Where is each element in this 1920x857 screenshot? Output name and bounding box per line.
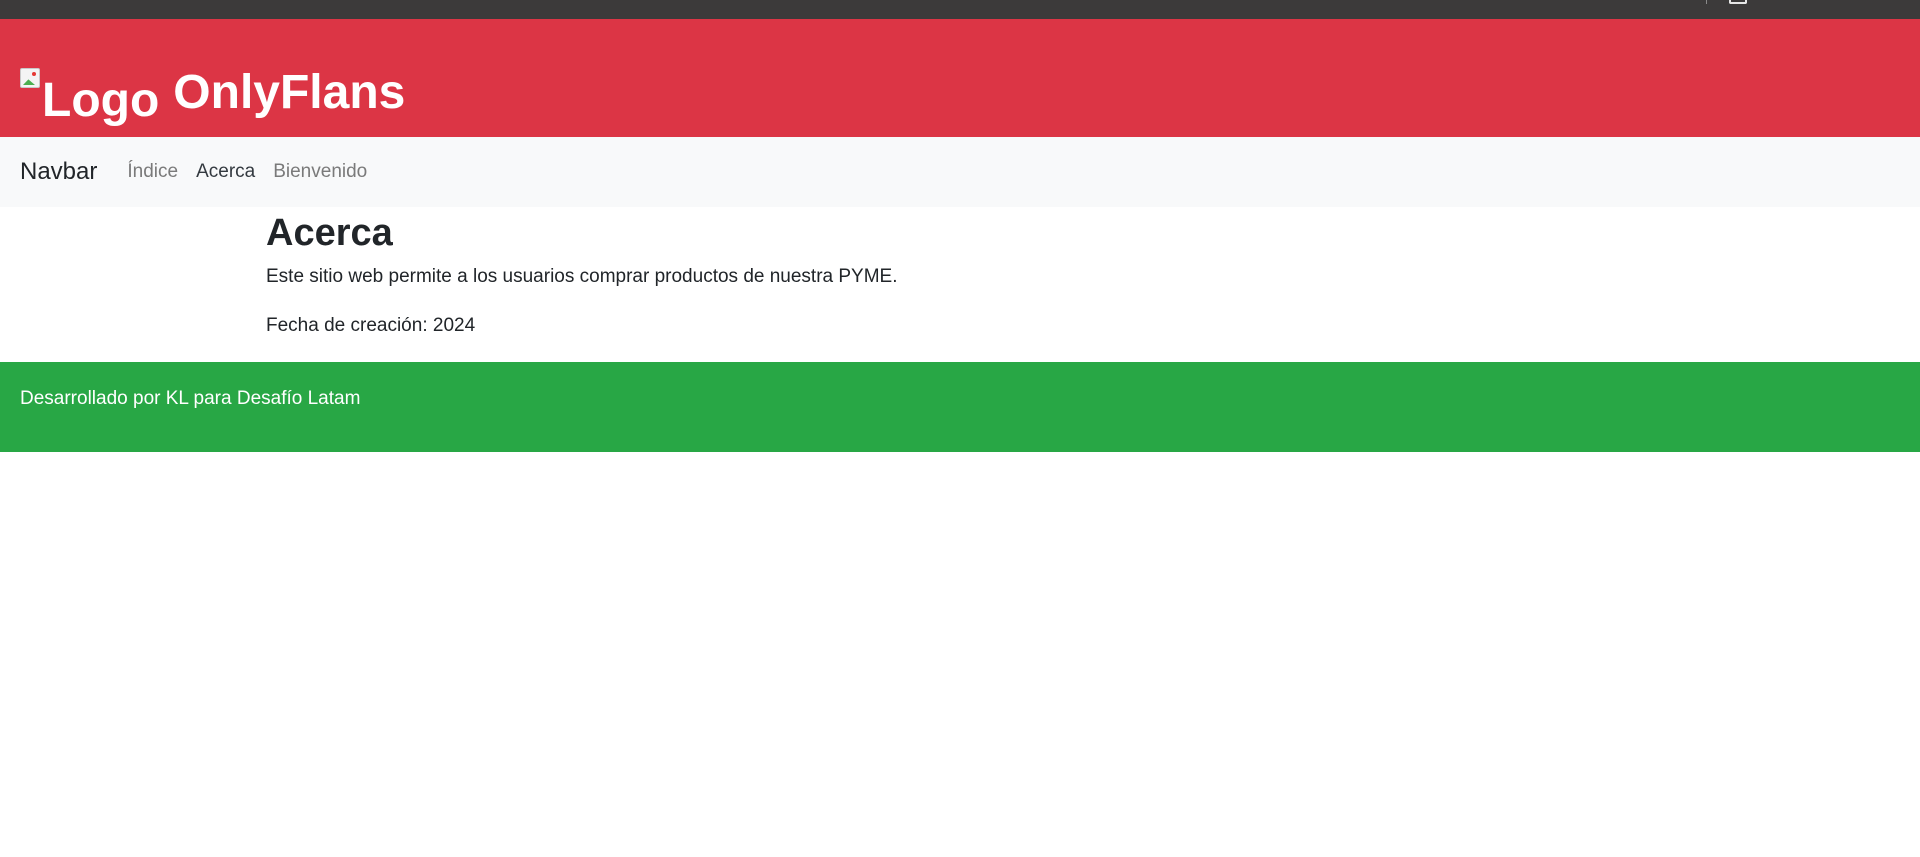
nav-link-bienvenido[interactable]: Bienvenido [273,161,367,183]
window-icon[interactable] [1729,0,1747,4]
page-title: Acerca [266,212,393,254]
toolbar-divider [1706,0,1707,4]
creation-date: Fecha de creación: 2024 [266,315,476,337]
logo[interactable]: Logo [20,45,159,125]
browser-top-bar [0,0,1920,19]
nav-link-indice[interactable]: Índice [127,161,178,183]
navbar: Navbar Índice Acerca Bienvenido [0,137,1920,207]
main-content: Acerca Este sitio web permite a los usua… [0,207,1920,362]
footer-text: Desarrollado por KL para Desafío Latam [20,388,361,409]
site-description: Este sitio web permite a los usuarios co… [266,265,898,287]
broken-image-icon [20,68,40,88]
site-footer: Desarrollado por KL para Desafío Latam [0,362,1920,452]
site-title: OnlyFlans [173,66,406,119]
site-header: Logo OnlyFlans [0,19,1920,137]
navbar-brand[interactable]: Navbar [20,158,97,186]
nav-link-acerca[interactable]: Acerca [196,161,255,183]
logo-alt-text: Logo [42,74,160,127]
